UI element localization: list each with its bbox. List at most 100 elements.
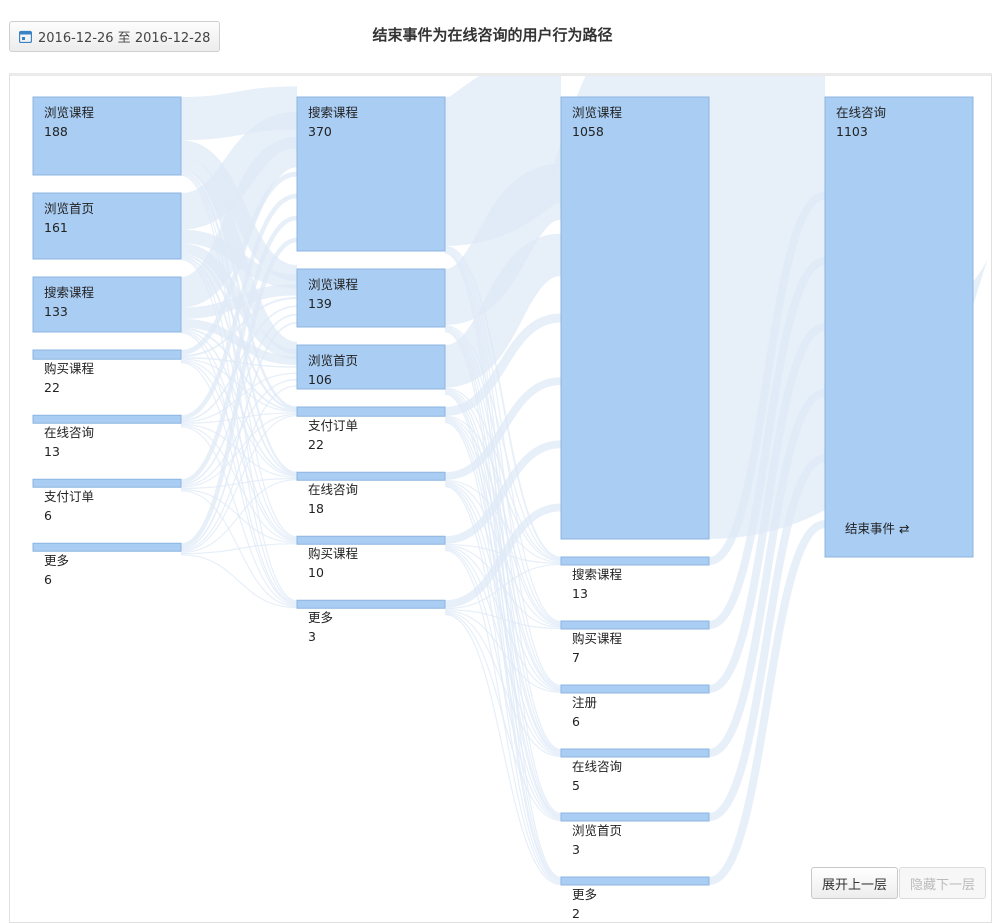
- node-value: 3: [308, 629, 316, 644]
- sankey-chart: 浏览课程188浏览首页161搜索课程133购买课程22在线咨询13支付订单6更多…: [32, 76, 991, 921]
- flow-link: [180, 413, 298, 488]
- flow-node[interactable]: 购买课程 22: [32, 349, 182, 395]
- flow-links: [178, 76, 991, 886]
- node-value: 13: [44, 444, 60, 459]
- node-label: 搜索课程: [44, 285, 95, 300]
- node-value: 5: [572, 778, 580, 793]
- node-label: 浏览首页: [308, 353, 358, 368]
- node-label: 在线咨询: [836, 105, 886, 120]
- flow-node[interactable]: 更多 2: [560, 876, 710, 921]
- flow-node[interactable]: 更多 3: [296, 599, 446, 644]
- node-bar[interactable]: [560, 620, 710, 630]
- flow-node[interactable]: 更多 6: [32, 542, 182, 587]
- date-range-label: 2016-12-26 至 2016-12-28: [38, 31, 211, 46]
- top-bar: 2016-12-26 至 2016-12-28 结束事件为在线咨询的用户行为路径: [0, 0, 1000, 70]
- node-value: 3: [572, 842, 580, 857]
- node-bar[interactable]: [296, 471, 446, 481]
- node-value: 7: [572, 650, 580, 665]
- node-bar[interactable]: [560, 748, 710, 758]
- node-value: 1103: [836, 124, 868, 139]
- flow-node[interactable]: 浏览首页 3: [560, 812, 710, 857]
- node-bar[interactable]: [296, 599, 446, 609]
- node-bar[interactable]: [560, 96, 710, 540]
- node-bar[interactable]: [296, 406, 446, 417]
- flow-node[interactable]: 购买课程 7: [560, 620, 710, 665]
- flow-node[interactable]: 浏览首页 106: [296, 344, 446, 390]
- node-value: 6: [44, 572, 52, 587]
- flow-node[interactable]: 在线咨询 5: [560, 748, 710, 793]
- node-bar[interactable]: [32, 414, 182, 424]
- flow-node[interactable]: 在线咨询 13: [32, 414, 182, 459]
- node-label: 搜索课程: [308, 105, 359, 120]
- node-label: 支付订单: [308, 418, 358, 433]
- date-range-button[interactable]: 2016-12-26 至 2016-12-28: [9, 21, 221, 52]
- node-label: 浏览首页: [572, 823, 622, 838]
- flow-link: [180, 412, 298, 424]
- node-value: 161: [44, 220, 68, 235]
- flow-link: [444, 612, 562, 822]
- node-label: 在线咨询: [308, 482, 358, 497]
- node-value: 6: [572, 714, 580, 729]
- flow-link: [180, 543, 298, 555]
- node-bar[interactable]: [560, 812, 710, 822]
- node-bar[interactable]: [560, 556, 710, 566]
- node-label: 浏览课程: [308, 277, 359, 292]
- flow-link: [542, 76, 991, 539]
- flow-node[interactable]: 支付订单 6: [32, 478, 182, 523]
- node-value: 22: [308, 437, 324, 452]
- node-value: 188: [44, 124, 68, 139]
- node-value: 1058: [572, 124, 604, 139]
- flow-node[interactable]: 搜索课程 13: [560, 556, 710, 601]
- node-value: 370: [308, 124, 332, 139]
- flow-node[interactable]: 支付订单 22: [296, 406, 446, 452]
- flow-node[interactable]: 在线咨询 18: [296, 471, 446, 516]
- end-event-label: 结束事件 ⇄: [845, 521, 910, 536]
- node-value: 133: [44, 304, 68, 319]
- node-label: 注册: [572, 695, 597, 710]
- node-value: 22: [44, 380, 60, 395]
- flow-node[interactable]: 搜索课程 370: [296, 96, 446, 252]
- node-bar[interactable]: [32, 478, 182, 488]
- flow-node[interactable]: 注册 6: [560, 684, 710, 729]
- flow-node[interactable]: 浏览课程 139: [296, 268, 446, 328]
- node-bar[interactable]: [296, 96, 446, 252]
- node-value: 18: [308, 501, 324, 516]
- flow-node[interactable]: 浏览课程 1058: [560, 96, 710, 540]
- flow-link: [444, 440, 562, 544]
- flow-node[interactable]: 购买课程 10: [296, 535, 446, 580]
- node-label: 在线咨询: [572, 759, 622, 774]
- node-label: 购买课程: [44, 361, 95, 376]
- node-label: 更多: [308, 610, 333, 625]
- node-label: 购买课程: [572, 631, 623, 646]
- node-value: 139: [308, 296, 332, 311]
- node-value: 10: [308, 565, 324, 580]
- sankey-panel: 浏览课程 188 浏览首页 161 搜索课程 133 购买课程 22 在线咨询 13 支付订单 6 更多…: [9, 73, 992, 923]
- node-bar[interactable]: [32, 542, 182, 552]
- node-label: 更多: [44, 553, 69, 568]
- node-label: 浏览课程: [44, 105, 95, 120]
- node-label: 搜索课程: [572, 567, 623, 582]
- node-value: 6: [44, 508, 52, 523]
- flow-node[interactable]: 搜索课程 133: [32, 276, 182, 333]
- node-bar[interactable]: [560, 876, 710, 886]
- node-bar[interactable]: [560, 684, 710, 694]
- node-bar[interactable]: [296, 535, 446, 545]
- node-label: 在线咨询: [44, 425, 94, 440]
- flow-node[interactable]: 在线咨询 1103 结束事件 ⇄: [824, 96, 974, 558]
- node-label: 更多: [572, 887, 597, 902]
- node-label: 浏览课程: [572, 105, 623, 120]
- node-label: 购买课程: [308, 546, 359, 561]
- page-title: 结束事件为在线咨询的用户行为路径: [372, 26, 613, 44]
- node-value: 13: [572, 586, 588, 601]
- node-bar[interactable]: [32, 349, 182, 360]
- node-value: 106: [308, 372, 332, 387]
- hide-next-level-button[interactable]: 隐藏下一层: [899, 867, 987, 899]
- node-label: 浏览首页: [44, 201, 94, 216]
- flow-node[interactable]: 浏览首页 161: [32, 192, 182, 260]
- node-bar[interactable]: [824, 96, 974, 558]
- flow-link: [440, 76, 566, 246]
- expand-previous-level-button[interactable]: 展开上一层: [811, 867, 899, 899]
- flow-node[interactable]: 浏览课程 188: [32, 96, 182, 176]
- node-label: 支付订单: [44, 489, 94, 504]
- calendar-icon: [18, 30, 33, 44]
